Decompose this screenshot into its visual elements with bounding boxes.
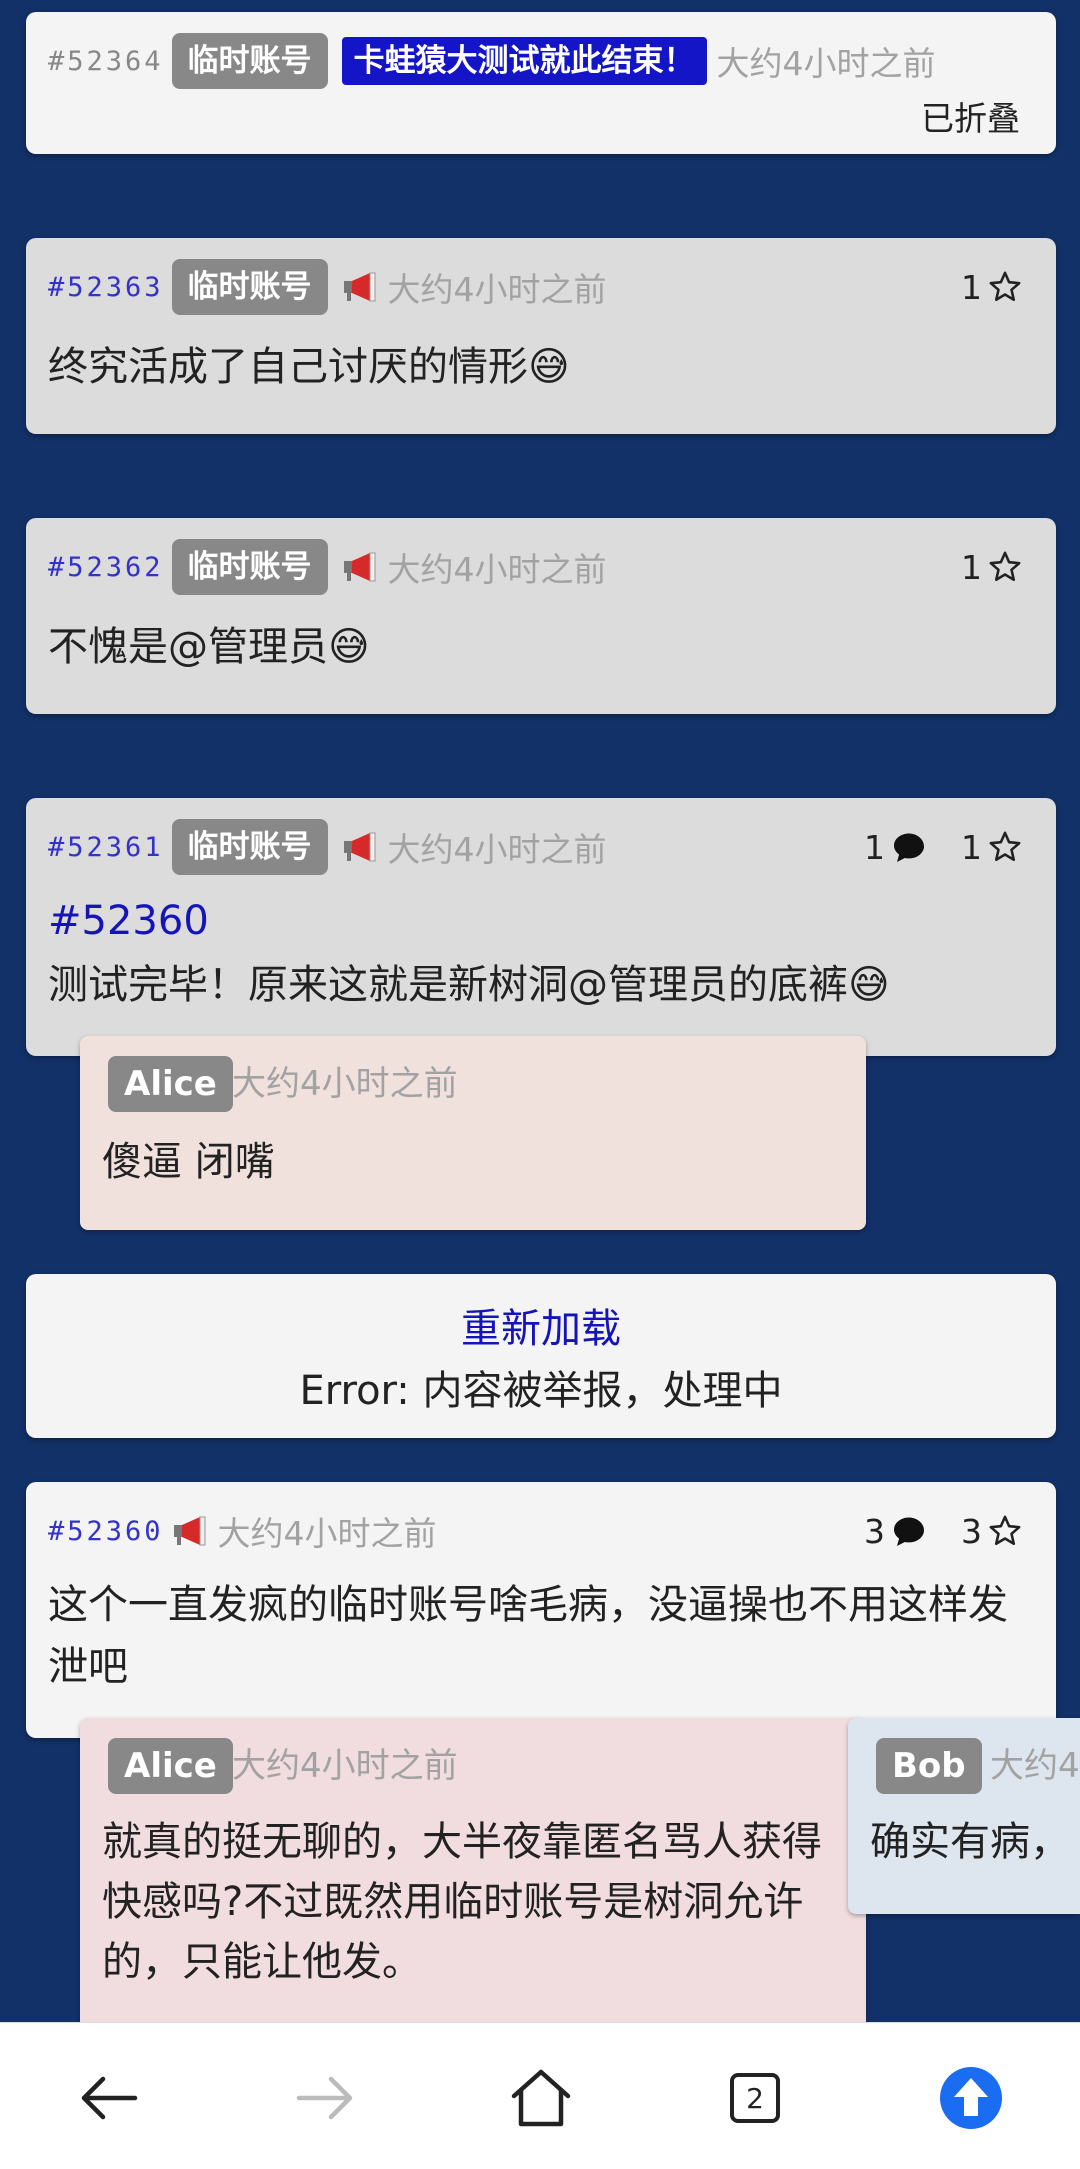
temp-account-badge: 临时账号 [171, 33, 328, 89]
post-text: 这个一直发疯的临时账号啥毛病，没逼操也不用这样发泄吧 [48, 1582, 1008, 1690]
post-text: 测试完毕！原来这就是新树洞@管理员的底裤😅 [48, 962, 890, 1008]
comment-count: 1 [864, 827, 885, 867]
reply-card[interactable]: Alice 大约4小时之前 就真的挺无聊的，大半夜靠匿名骂人获得快感吗?不过既然… [80, 1718, 866, 2038]
star-icon [989, 551, 1021, 582]
post-id[interactable]: #52364 [48, 46, 164, 77]
megaphone-icon [343, 272, 376, 302]
star-count: 3 [961, 1511, 982, 1551]
error-message: Error: 内容被举报，处理中 [299, 1368, 783, 1414]
megaphone-icon [173, 1516, 206, 1546]
star-count: 1 [961, 827, 982, 867]
star-count: 1 [961, 267, 982, 307]
star-button[interactable]: 1 [961, 828, 1022, 867]
star-button[interactable]: 1 [961, 268, 1022, 307]
post-time: 大约4小时之前 [387, 270, 607, 309]
star-icon [989, 1515, 1021, 1546]
temp-account-badge: 临时账号 [171, 259, 328, 315]
reply-card[interactable]: Bob 大约4 确实有病， [848, 1718, 1080, 1914]
reply-author: Bob [876, 1738, 982, 1794]
star-icon [989, 271, 1021, 302]
star-button[interactable]: 3 [961, 1512, 1022, 1551]
arrow-right-icon [296, 2076, 353, 2120]
tabs-button[interactable]: 2 [710, 2053, 800, 2143]
star-icon [989, 831, 1021, 862]
post-id[interactable]: #52362 [48, 552, 164, 583]
post-time: 大约4小时之前 [387, 550, 607, 589]
browser-bottom-bar: 2 [0, 2022, 1080, 2169]
reply-text: 傻逼 闭嘴 [102, 1139, 275, 1185]
post-text: 终究活成了自己讨厌的情形😅 [48, 344, 570, 390]
reply-text: 就真的挺无聊的，大半夜靠匿名骂人获得快感吗?不过既然用临时账号是树洞允许的，只能… [102, 1819, 822, 1985]
post-reference-link[interactable]: #52360 [48, 890, 1026, 952]
post-card-52360[interactable]: #52360 大约4小时之前 3 3 这个一直发疯的临时账号啥毛病，没逼操也不用… [26, 1482, 1056, 1738]
post-card-52362[interactable]: #52362 临时账号 大约4小时之前 1 不愧是@管理员😅 [26, 518, 1056, 714]
post-time: 大约4小时之前 [387, 830, 607, 869]
reply-author: Alice [108, 1056, 233, 1112]
back-button[interactable] [64, 2053, 154, 2143]
comment-button[interactable]: 1 [864, 828, 927, 867]
comment-button[interactable]: 3 [864, 1512, 927, 1551]
arrow-left-icon [81, 2076, 138, 2120]
home-button[interactable] [496, 2053, 586, 2143]
post-text: 不愧是@管理员😅 [48, 624, 370, 670]
home-icon [511, 2069, 571, 2127]
megaphone-icon [343, 552, 376, 582]
reply-card[interactable]: Alice 大约4小时之前 傻逼 闭嘴 [80, 1036, 866, 1230]
post-card-52361[interactable]: #52361 临时账号 大约4小时之前 1 1 #52360 测试完毕！原来这就… [26, 798, 1056, 1056]
tab-count: 2 [730, 2073, 780, 2123]
temp-account-badge: 临时账号 [171, 819, 328, 875]
reply-time: 大约4 [990, 1746, 1080, 1786]
post-time: 大约4小时之前 [716, 44, 936, 83]
post-id[interactable]: #52361 [48, 832, 164, 863]
post-time: 大约4小时之前 [217, 1514, 437, 1553]
reload-link[interactable]: 重新加载 [26, 1296, 1056, 1354]
notice-tag: 卡蛙猿大测试就此结束！ [341, 37, 707, 85]
star-count: 1 [961, 547, 982, 587]
megaphone-icon [343, 832, 376, 862]
post-card-52364[interactable]: #52364 临时账号 卡蛙猿大测试就此结束！ 大约4小时之前 已折叠 [26, 12, 1056, 154]
scroll-top-button[interactable] [926, 2053, 1016, 2143]
temp-account-badge: 临时账号 [171, 539, 328, 595]
arrow-up-circle-icon [940, 2067, 1002, 2129]
reply-text: 确实有病， [870, 1819, 1070, 1865]
comment-icon [894, 833, 924, 862]
reply-time: 大约4小时之前 [232, 1746, 458, 1786]
folded-label[interactable]: 已折叠 [921, 92, 1020, 140]
reply-time: 大约4小时之前 [232, 1064, 458, 1104]
forward-button[interactable] [280, 2053, 370, 2143]
comment-count: 3 [864, 1511, 885, 1551]
post-id[interactable]: #52360 [48, 1516, 164, 1547]
reply-author: Alice [108, 1738, 233, 1794]
error-card: 重新加载 Error: 内容被举报，处理中 [26, 1274, 1056, 1438]
star-button[interactable]: 1 [961, 548, 1022, 587]
post-id[interactable]: #52363 [48, 272, 164, 303]
comment-icon [894, 1517, 924, 1546]
post-card-52363[interactable]: #52363 临时账号 大约4小时之前 1 终究活成了自己讨厌的情形😅 [26, 238, 1056, 434]
